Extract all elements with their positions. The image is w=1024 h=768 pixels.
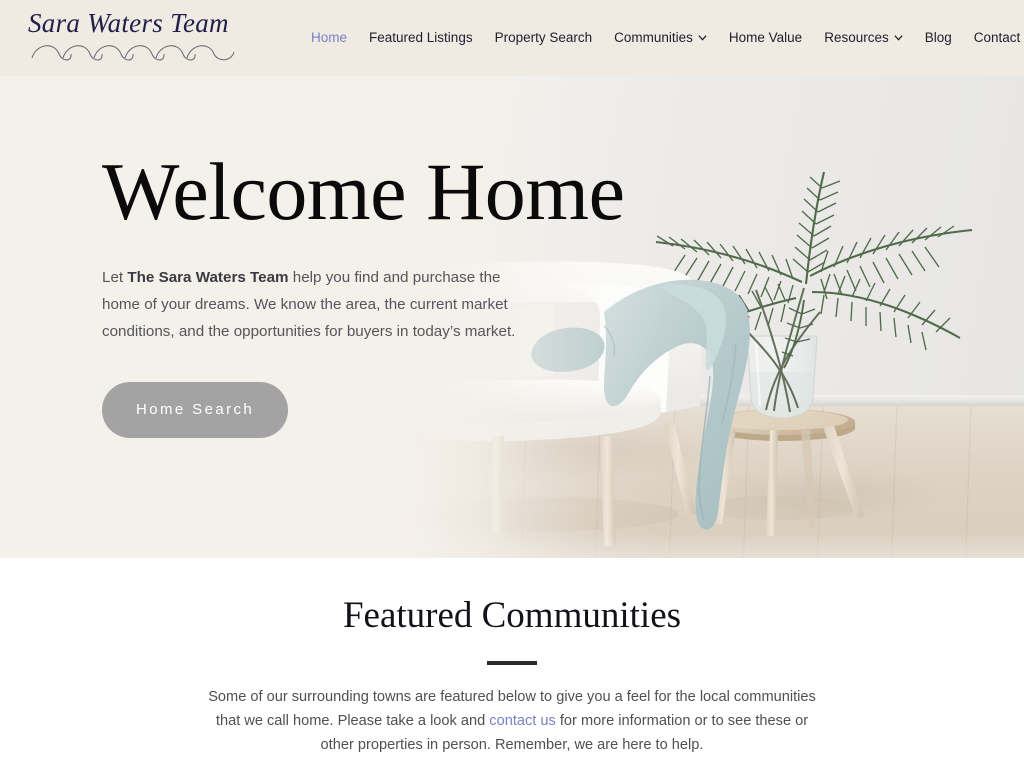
nav-item-label: Home Value	[728, 30, 803, 45]
title-divider	[487, 661, 537, 665]
logo-text: Sara Waters Team	[28, 8, 229, 38]
hero-paragraph-emphasis: The Sara Waters Team	[127, 269, 289, 286]
hero-section: Welcome Home Let The Sara Waters Team he…	[0, 76, 1024, 558]
nav-item-label: Home	[311, 30, 348, 45]
nav-item-communities[interactable]: Communities	[603, 30, 718, 46]
nav-item-label: Resources	[824, 30, 889, 45]
nav-item-home[interactable]: Home	[300, 30, 358, 46]
nav-item-resources[interactable]: Resources	[813, 30, 914, 46]
hero-content: Welcome Home Let The Sara Waters Team he…	[102, 76, 625, 438]
nav-item-label: Communities	[614, 30, 693, 45]
main-navigation: Home Featured Listings Property Search C…	[300, 0, 1024, 76]
featured-communities-section: Featured Communities Some of our surroun…	[0, 558, 1024, 768]
home-search-button[interactable]: Home Search	[102, 382, 289, 438]
nav-item-property-search[interactable]: Property Search	[484, 30, 604, 46]
chevron-down-icon	[894, 34, 903, 41]
page-title: Welcome Home	[102, 146, 625, 237]
nav-item-label: Blog	[924, 30, 952, 45]
nav-item-featured-listings[interactable]: Featured Listings	[358, 30, 484, 46]
contact-us-link[interactable]: contact us	[489, 713, 556, 729]
nav-item-blog[interactable]: Blog	[914, 30, 963, 46]
nav-item-label: Property Search	[494, 30, 593, 45]
hero-paragraph-part-1: Let	[102, 269, 128, 286]
nav-item-label: Contact	[973, 30, 1021, 45]
section-paragraph: Some of our surrounding towns are featur…	[202, 685, 822, 757]
chevron-down-icon	[698, 34, 707, 41]
site-logo[interactable]: Sara Waters Team	[26, 6, 241, 70]
hero-paragraph: Let The Sara Waters Team help you find a…	[102, 264, 534, 345]
hero-image-bottom-fade	[304, 532, 1024, 558]
nav-item-home-value[interactable]: Home Value	[718, 30, 813, 46]
section-title: Featured Communities	[342, 595, 682, 636]
wave-flourish-icon	[31, 45, 235, 61]
nav-item-contact[interactable]: Contact	[963, 30, 1024, 46]
site-header: Sara Waters Team Home Featured Listings …	[0, 0, 1024, 76]
nav-item-label: Featured Listings	[369, 30, 473, 45]
